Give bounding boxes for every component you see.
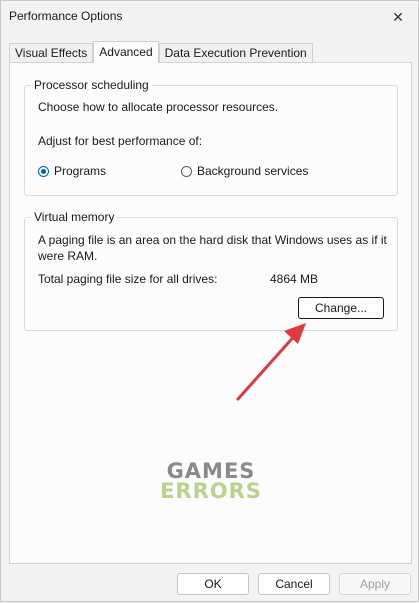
cancel-button[interactable]: Cancel [258, 573, 330, 595]
performance-options-window: Performance Options ✕ Visual Effects Adv… [0, 0, 419, 602]
apply-button[interactable]: Apply [339, 573, 411, 595]
tab-advanced[interactable]: Advanced [93, 41, 159, 63]
ok-button[interactable]: OK [177, 573, 249, 595]
annotation-arrow-icon [236, 323, 306, 401]
